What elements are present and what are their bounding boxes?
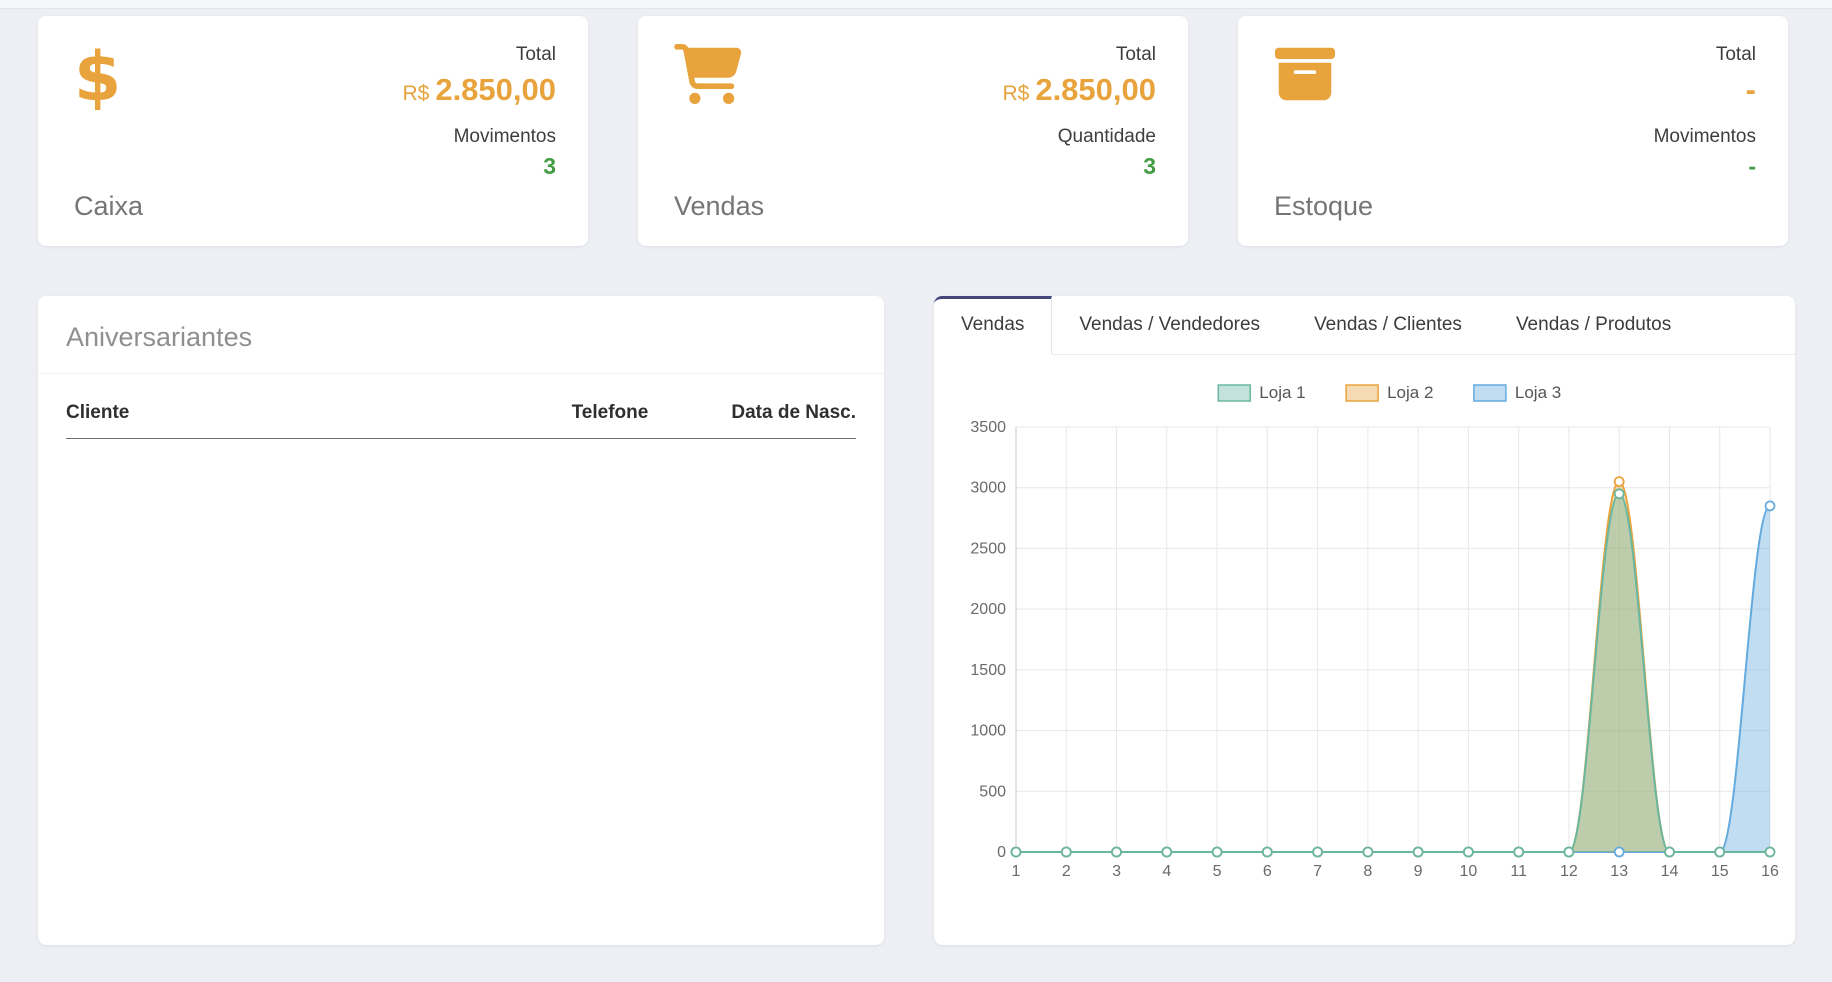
y-tick-label: 3500 <box>970 419 1006 436</box>
stat-card-estoque: Estoque Total - Movimentos - <box>1238 16 1788 246</box>
y-tick-label: 2500 <box>970 540 1006 557</box>
x-tick-label: 14 <box>1661 863 1679 880</box>
metric-value-total: - <box>1654 72 1756 108</box>
legend-label[interactable]: Loja 3 <box>1515 383 1561 402</box>
chart-tabs: Vendas Vendas / Vendedores Vendas / Clie… <box>934 296 1795 355</box>
navbar-bottom-edge <box>0 0 1832 9</box>
shopping-cart-icon <box>674 44 764 132</box>
sales-area-chart: 0500100015002000250030003500123456789101… <box>958 371 1795 901</box>
x-tick-label: 2 <box>1062 863 1071 880</box>
metric-label-quantidade: Quantidade <box>1002 126 1156 148</box>
legend-label[interactable]: Loja 1 <box>1259 383 1305 402</box>
y-tick-label: 500 <box>979 783 1006 800</box>
currency-prefix: R$ <box>402 82 429 105</box>
stat-card-caixa: $ Caixa Total R$ 2.850,00 Movimentos 3 <box>38 16 588 246</box>
x-tick-label: 3 <box>1112 863 1121 880</box>
legend-item-loja-1[interactable]: Loja 1 <box>1218 383 1305 402</box>
currency-prefix: R$ <box>1002 82 1029 105</box>
x-tick-label: 16 <box>1761 863 1779 880</box>
birthdays-title: Aniversariantes <box>66 322 856 353</box>
x-tick-label: 10 <box>1460 863 1478 880</box>
second-row: Aniversariantes Cliente Telefone Data de… <box>38 296 1795 945</box>
x-tick-label: 12 <box>1560 863 1578 880</box>
birthdays-table: Cliente Telefone Data de Nasc. <box>66 394 856 439</box>
metric-value-movimentos: 3 <box>402 153 556 180</box>
metric-label-movimentos: Movimentos <box>1654 126 1756 148</box>
stat-card-title: Estoque <box>1274 191 1373 222</box>
metric-label-total: Total <box>402 44 556 66</box>
column-header-telefone: Telefone <box>572 394 722 439</box>
tab-vendas-vendedores[interactable]: Vendas / Vendedores <box>1052 296 1287 354</box>
x-tick-label: 6 <box>1263 863 1272 880</box>
series-loja-1 <box>1016 494 1770 852</box>
x-tick-label: 5 <box>1213 863 1222 880</box>
x-tick-label: 4 <box>1162 863 1171 880</box>
series-loja-3-points <box>1012 501 1775 856</box>
legend-item-loja-2[interactable]: Loja 2 <box>1346 383 1433 402</box>
metric-label-movimentos: Movimentos <box>402 126 556 148</box>
y-tick-label: 3000 <box>970 480 1006 497</box>
birthdays-card: Aniversariantes Cliente Telefone Data de… <box>38 296 884 945</box>
metric-value-movimentos: - <box>1654 153 1756 180</box>
series-loja-2-points <box>1012 477 1775 856</box>
metric-label-total: Total <box>1002 44 1156 66</box>
y-tick-label: 1500 <box>970 662 1006 679</box>
legend-item-loja-3[interactable]: Loja 3 <box>1474 383 1561 402</box>
metric-value-total: R$ 2.850,00 <box>1002 72 1156 108</box>
legend-label[interactable]: Loja 2 <box>1387 383 1433 402</box>
column-header-data-nasc: Data de Nasc. <box>722 394 856 439</box>
metric-value-total: R$ 2.850,00 <box>402 72 556 108</box>
y-tick-label: 1000 <box>970 723 1006 740</box>
x-tick-label: 13 <box>1610 863 1628 880</box>
sales-chart-card: Vendas Vendas / Vendedores Vendas / Clie… <box>934 296 1795 945</box>
series-loja-1-points <box>1012 489 1775 856</box>
y-tick-label: 0 <box>997 844 1006 861</box>
metric-label-total: Total <box>1654 44 1756 66</box>
x-tick-label: 8 <box>1363 863 1372 880</box>
metric-value-quantidade: 3 <box>1002 153 1156 180</box>
legend-swatch[interactable] <box>1346 385 1378 401</box>
column-header-cliente: Cliente <box>66 394 572 439</box>
stat-cards-row: $ Caixa Total R$ 2.850,00 Movimentos 3 Ve… <box>38 16 1788 246</box>
x-tick-label: 15 <box>1711 863 1729 880</box>
stat-card-vendas: Vendas Total R$ 2.850,00 Quantidade 3 <box>638 16 1188 246</box>
legend-swatch[interactable] <box>1218 385 1250 401</box>
stat-card-title: Caixa <box>74 191 143 222</box>
x-tick-label: 9 <box>1414 863 1423 880</box>
tab-vendas[interactable]: Vendas <box>934 296 1052 355</box>
tab-vendas-produtos[interactable]: Vendas / Produtos <box>1489 296 1698 354</box>
x-tick-label: 7 <box>1313 863 1322 880</box>
x-tick-label: 11 <box>1510 863 1527 880</box>
tab-vendas-clientes[interactable]: Vendas / Clientes <box>1287 296 1489 354</box>
box-archive-icon <box>1274 44 1373 132</box>
amount: - <box>1746 72 1756 107</box>
legend-swatch[interactable] <box>1474 385 1506 401</box>
dollar-sign-icon: $ <box>74 44 143 132</box>
stat-card-title: Vendas <box>674 191 764 222</box>
chart-legend: Loja 1 Loja 2 Loja 3 <box>1218 383 1561 402</box>
amount: 2.850,00 <box>1035 72 1156 107</box>
y-tick-label: 2000 <box>970 601 1006 618</box>
x-tick-label: 1 <box>1012 863 1021 880</box>
dollar-glyph: $ <box>74 44 121 112</box>
amount: 2.850,00 <box>435 72 556 107</box>
